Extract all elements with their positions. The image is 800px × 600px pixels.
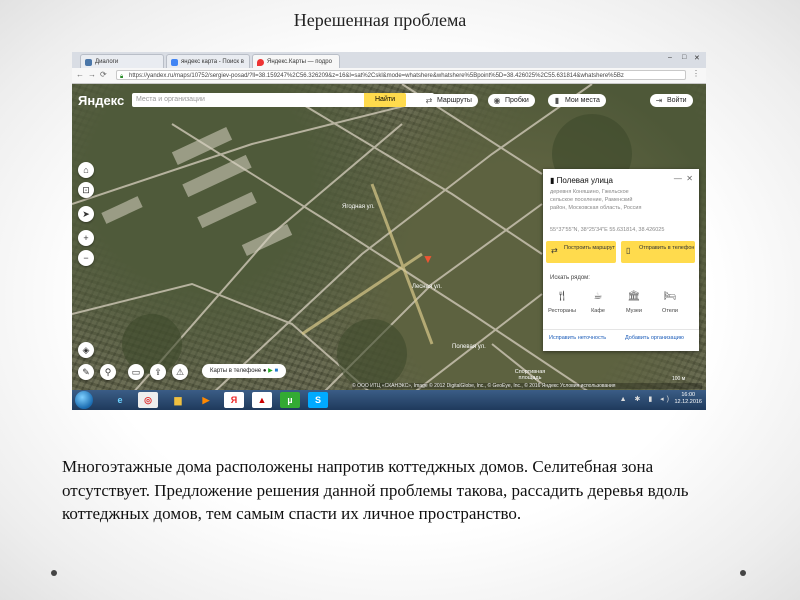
- add-organization-link[interactable]: Добавить организацию: [625, 335, 684, 341]
- windows-taskbar: e ◎ ▆ ▶ Я ▲ µ S ▲ ✱ ▮ ◂) 16:00 12.12.201…: [72, 390, 706, 410]
- search-button[interactable]: Найти: [364, 93, 406, 107]
- maps-in-phone-button[interactable]: Карты в телефоне ● ▶ ■: [202, 364, 287, 378]
- yandex-logo[interactable]: Яндекс: [78, 93, 124, 108]
- street-label: Ягодная ул.: [342, 204, 375, 210]
- nearby-restaurants[interactable]: 🍴︎ Рестораны: [545, 291, 579, 314]
- map-controls: ⌂ ⊡ ➤ + −: [78, 162, 96, 266]
- lock-icon: 🔒︎: [120, 74, 124, 80]
- menu-icon[interactable]: ⋮: [692, 69, 700, 78]
- map-attribution: © ООО ИТЦ «СКАНЭКС», Image © 2012 Digita…: [352, 383, 702, 389]
- tab-yandex-maps[interactable]: Яндекс.Карты — подро: [252, 54, 340, 68]
- layers-home-icon[interactable]: ⌂: [78, 162, 94, 178]
- tab-bar: Диалоги яндекс карта - Поиск в Яндекс.Ка…: [72, 52, 706, 68]
- place-card: ▮ Полевая улица — ✕ деревня Коняшино, Гж…: [543, 169, 699, 351]
- phone-icon: ▯: [626, 246, 631, 255]
- system-tray-icons[interactable]: ▲ ✱ ▮ ◂): [620, 395, 672, 403]
- bullet-dot: [740, 570, 746, 576]
- street-label: Полевая ул.: [452, 344, 486, 350]
- slide-title: Нерешенная проблема: [293, 10, 467, 30]
- print-icon[interactable]: ▭: [128, 364, 144, 380]
- skype-icon[interactable]: S: [308, 392, 328, 408]
- nearby-hotels[interactable]: 🛏︎ Отели: [653, 291, 687, 314]
- route-icon: ⇄: [425, 96, 433, 105]
- routes-button[interactable]: ⇄ Маршруты: [420, 94, 478, 107]
- close-card-icon[interactable]: ✕: [686, 174, 693, 183]
- panorama-icon[interactable]: ⚲: [100, 364, 116, 380]
- zoom-in-icon[interactable]: +: [78, 230, 94, 246]
- ruler-tool-icon[interactable]: ✎: [78, 364, 94, 380]
- tab-dialogs[interactable]: Диалоги: [80, 54, 164, 68]
- route-icon: ⇄: [551, 246, 558, 255]
- place-label: Спортивная площадь: [514, 369, 546, 381]
- fix-inaccuracy-link[interactable]: Исправить неточность: [549, 335, 606, 341]
- back-icon[interactable]: ←: [76, 70, 84, 79]
- apple-icon: ●: [262, 368, 267, 374]
- bookmark-icon[interactable]: ▮: [550, 176, 554, 185]
- login-icon: ⇥: [655, 96, 663, 105]
- tab-google-search[interactable]: яндекс карта - Поиск в: [166, 54, 250, 68]
- reload-icon[interactable]: ⟳: [100, 70, 107, 79]
- play-icon: ▶: [268, 368, 273, 374]
- card-title: ▮ Полевая улица: [550, 176, 613, 185]
- forward-icon[interactable]: →: [88, 70, 96, 79]
- traffic-icon: ◉: [493, 96, 501, 105]
- minimize-icon[interactable]: –: [668, 54, 672, 61]
- maximize-icon[interactable]: □: [682, 54, 686, 61]
- media-player-icon[interactable]: ▶: [196, 392, 216, 408]
- clock[interactable]: 16:00 12.12.2016: [674, 392, 702, 406]
- museum-icon: 🏛︎: [627, 291, 641, 302]
- my-places-button[interactable]: ▮ Мои места: [548, 94, 606, 107]
- slide-body-text: Многоэтажные дома расположены напротив к…: [62, 457, 689, 523]
- share-icon[interactable]: ⇪: [150, 364, 166, 380]
- vk-icon: [85, 59, 92, 66]
- card-address: деревня Коняшино, Гжельское сельское пос…: [550, 189, 642, 211]
- url-field[interactable]: 🔒︎ https://yandex.ru/maps/10752/sergiev-…: [116, 70, 686, 80]
- login-button[interactable]: ⇥ Войти: [650, 94, 693, 107]
- windows-icon: ■: [274, 368, 279, 374]
- location-marker-icon[interactable]: ▼: [422, 252, 434, 266]
- folder-icon[interactable]: ▆: [168, 392, 188, 408]
- ie-icon[interactable]: e: [110, 392, 130, 408]
- bullet-dot: [51, 570, 57, 576]
- traffic-button[interactable]: ◉ Пробки: [488, 94, 535, 107]
- nearby-cafe[interactable]: ☕︎ Кафе: [581, 291, 615, 314]
- card-divider: [543, 329, 699, 330]
- minimize-card-icon[interactable]: —: [674, 174, 682, 183]
- build-route-button[interactable]: ⇄ Построить маршрут: [546, 241, 616, 263]
- close-icon[interactable]: ✕: [694, 54, 700, 62]
- pdf-reader-icon[interactable]: ▲: [252, 392, 272, 408]
- torrent-icon[interactable]: µ: [280, 392, 300, 408]
- cup-icon: ☕︎: [593, 291, 603, 302]
- card-actions: — ✕: [674, 174, 693, 183]
- map-pin-icon: [257, 59, 264, 66]
- nearby-museums[interactable]: 🏛︎ Музеи: [617, 291, 651, 314]
- nearby-title: Искать рядом:: [550, 275, 590, 281]
- bookmark-icon: ▮: [554, 96, 560, 105]
- screenshot: Диалоги яндекс карта - Поиск в Яндекс.Ка…: [72, 52, 706, 410]
- fork-knife-icon: 🍴︎: [555, 291, 569, 302]
- start-button-icon[interactable]: [75, 391, 93, 409]
- yandex-browser-icon[interactable]: Я: [224, 392, 244, 408]
- geolocation-icon[interactable]: ➤: [78, 206, 94, 222]
- zoom-out-icon[interactable]: −: [78, 250, 94, 266]
- map-scale: 100 м: [672, 376, 686, 382]
- feedback-icon[interactable]: ⚠: [172, 364, 188, 380]
- layers-icon[interactable]: ◈: [78, 342, 94, 358]
- bed-icon: 🛏︎: [663, 291, 677, 302]
- address-bar: ← → ⟳ 🔒︎ https://yandex.ru/maps/10752/se…: [72, 68, 706, 84]
- street-label: Лесная ул.: [412, 284, 442, 290]
- google-icon: [171, 59, 178, 66]
- card-coordinates[interactable]: 55°37'55"N, 38°25'34"E 55.631814, 38.426…: [550, 227, 692, 233]
- send-to-phone-button[interactable]: ▯ Отправить в телефон: [621, 241, 695, 263]
- ruler-icon[interactable]: ⊡: [78, 182, 94, 198]
- chrome-icon[interactable]: ◎: [138, 392, 158, 408]
